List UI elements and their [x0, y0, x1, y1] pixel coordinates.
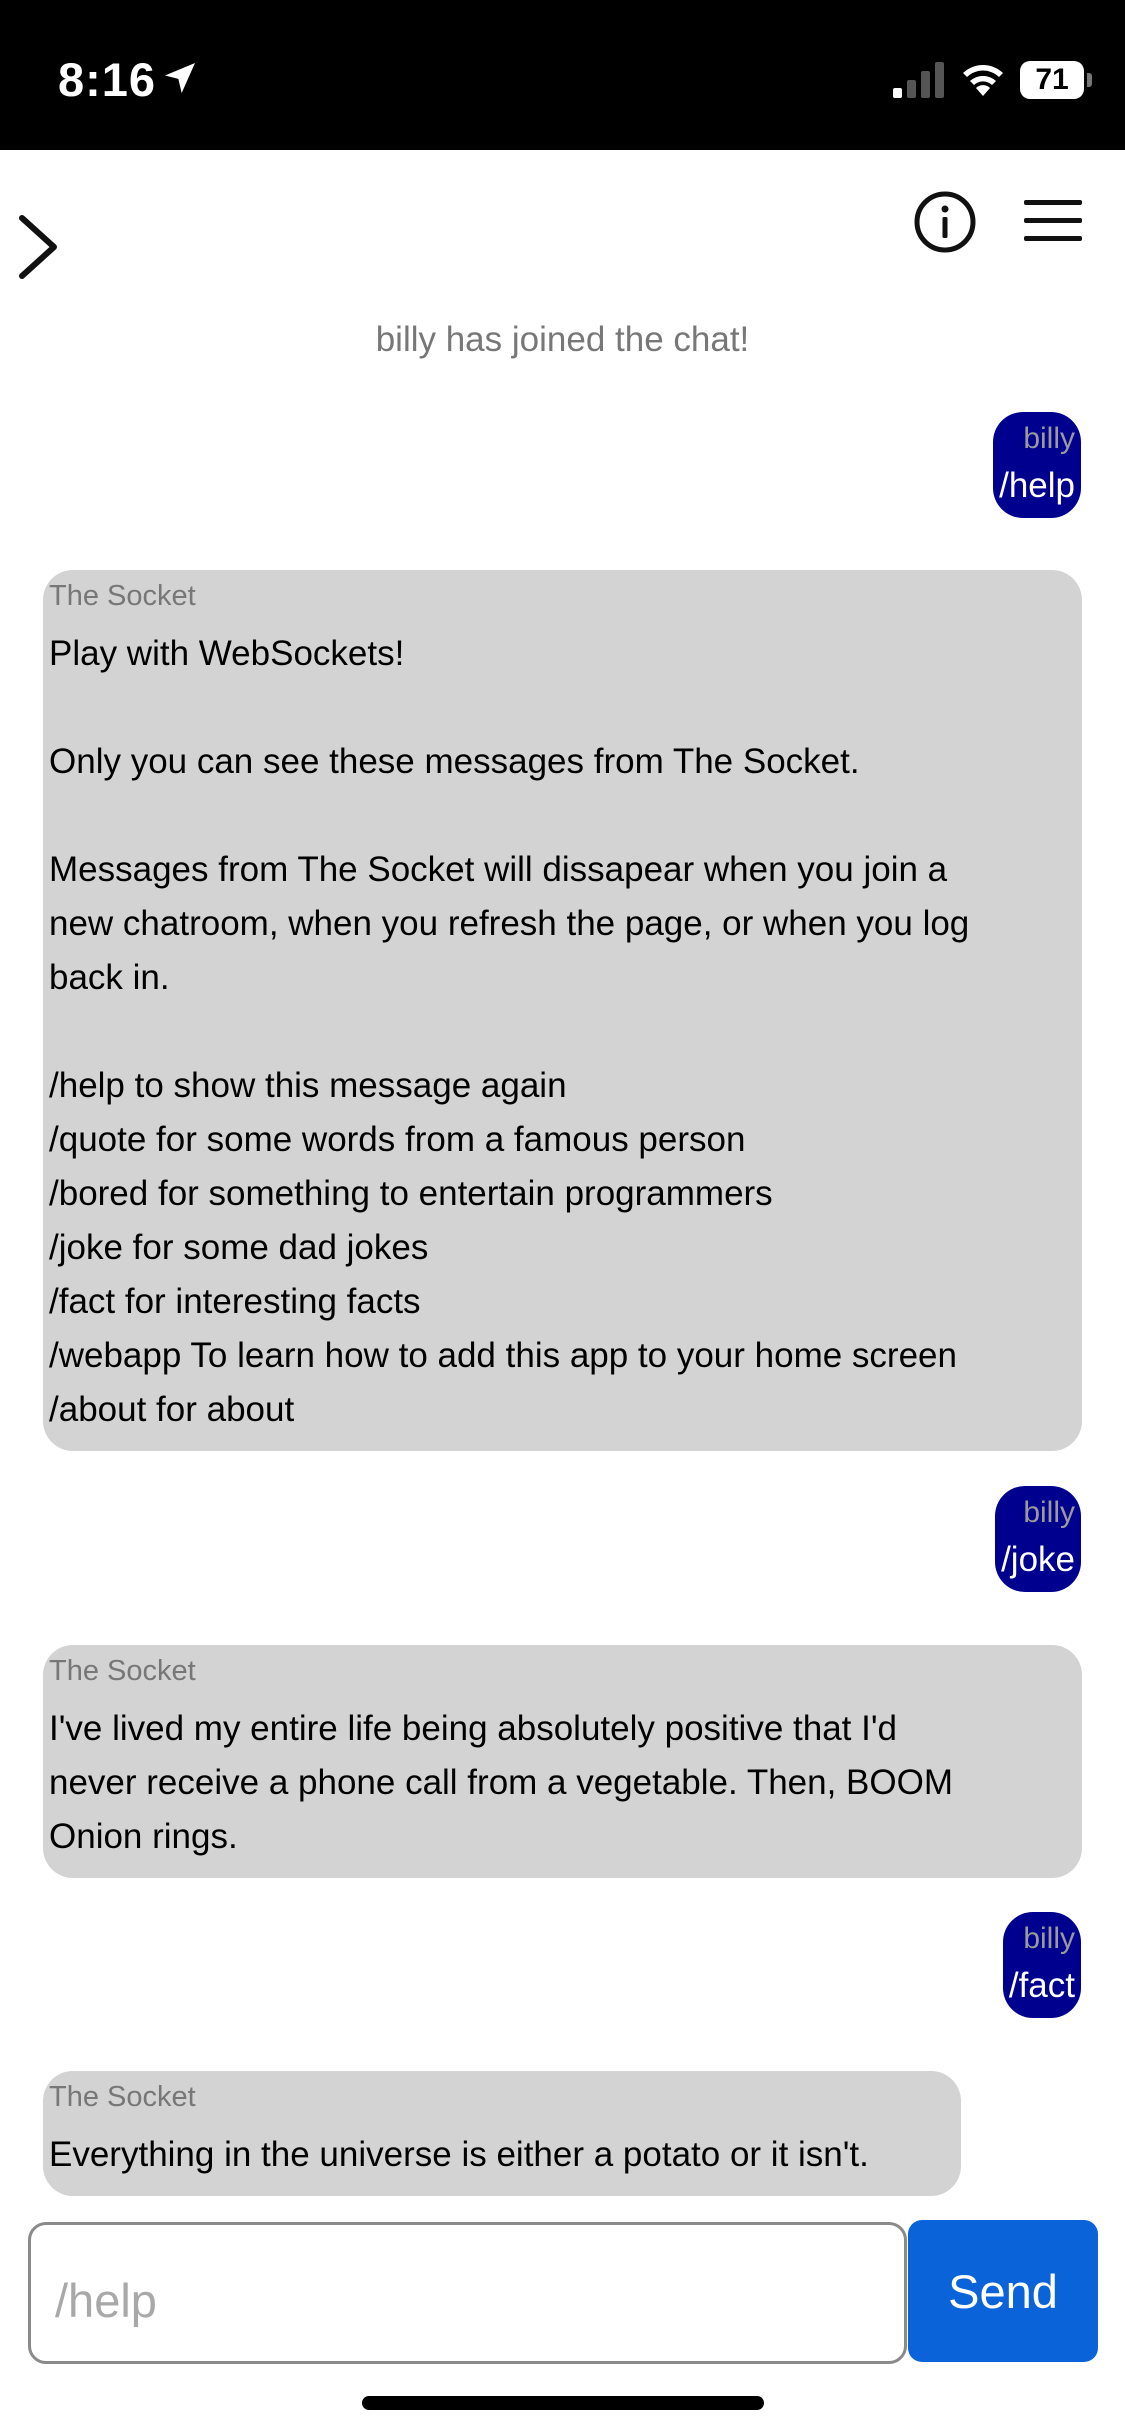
status-bar: 8:16 71: [0, 0, 1125, 150]
battery-level: 71: [1020, 61, 1084, 99]
message-input[interactable]: [28, 2222, 907, 2364]
location-arrow-icon: [165, 63, 195, 93]
message-line: [49, 681, 1076, 735]
message-sender: The Socket: [49, 1655, 196, 1687]
message-text: /joke: [1001, 1540, 1075, 1579]
message-text: /help: [999, 466, 1075, 505]
menu-icon[interactable]: [1022, 196, 1084, 246]
signal-icon: [893, 62, 944, 98]
user-message: billy /fact: [1002, 1912, 1081, 2018]
message-sender: The Socket: [49, 2081, 196, 2113]
home-indicator: [362, 2396, 764, 2410]
message-text: /fact: [1008, 1966, 1075, 2005]
message-line: /help to show this message again: [49, 1066, 567, 1105]
message-line: Onion rings.: [49, 1817, 238, 1856]
message-line: new chatroom, when you refresh the page,…: [49, 904, 970, 943]
join-notice: billy has joined the chat!: [375, 320, 750, 359]
message-line: /bored for something to entertain progra…: [49, 1174, 773, 1213]
top-bar: [0, 150, 1125, 310]
bot-message: The Socket Everything in the universe is…: [43, 2071, 961, 2196]
battery-tip: [1087, 73, 1092, 87]
status-time: 8:16: [58, 53, 157, 106]
bot-message: The Socket Play with WebSockets! Only yo…: [43, 570, 1082, 1451]
message-line: Messages from The Socket will dissapear …: [49, 850, 948, 889]
message-sender: The Socket: [49, 580, 196, 612]
message-sender: billy: [1023, 1496, 1075, 1529]
message-line: [49, 789, 1076, 843]
message-line: Everything in the universe is either a p…: [49, 2135, 869, 2174]
wifi-icon: [963, 65, 1003, 96]
message-line: back in.: [49, 958, 170, 997]
message-line: /quote for some words from a famous pers…: [49, 1120, 746, 1159]
composer: Send: [0, 2218, 1125, 2368]
message-line: /about for about: [49, 1390, 295, 1429]
bot-message: The Socket I've lived my entire life bei…: [43, 1645, 1082, 1878]
send-button[interactable]: Send: [908, 2220, 1098, 2362]
chevron-right-icon[interactable]: [14, 212, 62, 282]
message-sender: billy: [1023, 422, 1075, 455]
user-message: billy /help: [993, 412, 1081, 518]
user-message: billy /joke: [995, 1486, 1081, 1592]
battery-icon: 71: [1020, 61, 1092, 99]
info-icon[interactable]: [913, 190, 977, 254]
message-line: /fact for interesting facts: [49, 1282, 421, 1321]
message-line: /joke for some dad jokes: [49, 1228, 429, 1267]
message-sender: billy: [1023, 1922, 1075, 1955]
message-line: Play with WebSockets!: [49, 634, 405, 673]
message-line: never receive a phone call from a vegeta…: [49, 1763, 954, 1802]
message-line: /webapp To learn how to add this app to …: [49, 1336, 957, 1375]
message-line: [49, 1005, 1076, 1059]
message-line: Only you can see these messages from The…: [49, 742, 860, 781]
message-line: I've lived my entire life being absolute…: [49, 1709, 897, 1748]
